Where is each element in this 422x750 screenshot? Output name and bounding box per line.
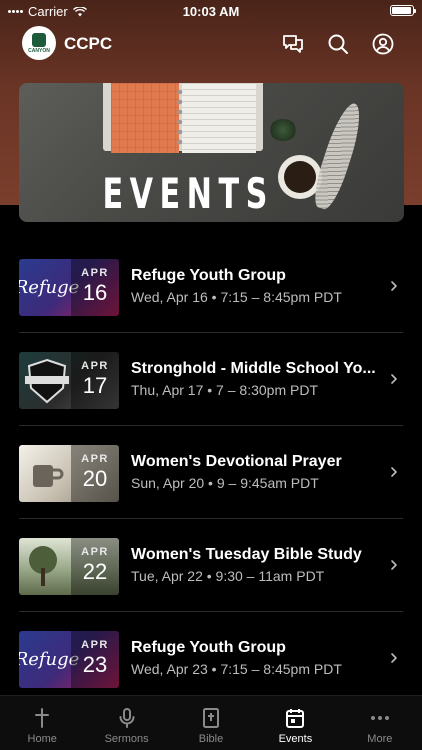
shield-icon [25,358,69,404]
event-title: Refuge Youth Group [131,639,286,656]
event-month: APR [81,453,109,465]
events-list: Refuge APR 16 Refuge Youth Group Wed, Ap… [0,240,422,705]
event-thumbnail: APR 17 [19,352,119,409]
event-row[interactable]: APR 22 Women's Tuesday Bible Study Tue, … [0,519,422,612]
event-title: Refuge Youth Group [131,267,286,284]
tab-label: Home [27,733,57,745]
messages-icon[interactable] [281,32,305,56]
event-time: Wed, Apr 23 • 7:15 – 8:45pm PDT [131,661,342,677]
event-title: Women's Tuesday Bible Study [131,546,362,563]
calendar-icon [286,709,305,728]
event-row[interactable]: APR 20 Women's Devotional Prayer Sun, Ap… [0,426,422,519]
banner-binder-rings [177,87,183,149]
app-header: CANYON CCPC [0,22,422,66]
event-title: Women's Devotional Prayer [131,453,342,470]
bible-icon [203,708,220,728]
event-month: APR [81,546,109,558]
banner-feather-image [308,99,368,213]
event-date-badge: APR 17 [71,352,119,409]
tab-bible[interactable]: Bible [169,696,253,750]
chevron-right-icon [391,467,397,477]
event-day: 20 [82,466,108,491]
status-bar: Carrier 10:03 AM [0,0,422,22]
event-month: APR [81,360,109,372]
event-time: Sun, Apr 20 • 9 – 9:45am PDT [131,475,319,491]
app-title: CCPC [64,34,113,53]
event-row[interactable]: APR 17 Stronghold - Middle School Yo... … [0,333,422,426]
event-day: 22 [82,559,108,584]
event-thumbnail-art: Refuge [19,649,80,670]
event-month: APR [81,267,109,279]
chevron-right-icon [391,653,397,663]
tab-home[interactable]: Home [0,696,84,750]
event-day: 23 [82,652,108,677]
tab-label: Bible [198,733,224,745]
tab-label: Sermons [104,733,149,745]
microphone-icon [119,708,135,728]
chevron-right-icon [391,560,397,570]
tab-label: More [367,733,393,745]
tab-events[interactable]: Events [253,696,337,750]
logo-mark-icon [32,32,46,47]
cross-icon [35,708,50,728]
event-title: Stronghold - Middle School Yo... [131,360,376,377]
battery-icon [390,5,416,16]
tab-label: Events [278,733,313,745]
event-thumbnail: APR 22 [19,538,119,595]
event-thumbnail: Refuge APR 16 [19,259,119,316]
banner-planner-page [111,83,179,153]
banner-plant-image [269,119,297,141]
event-date-badge: APR 23 [71,631,119,688]
banner-title: EVENTS [102,169,274,218]
church-logo[interactable]: CANYON [22,26,56,60]
tree-icon [29,546,57,586]
event-day: 16 [82,280,108,305]
event-thumbnail: APR 20 [19,445,119,502]
event-row[interactable]: Refuge APR 16 Refuge Youth Group Wed, Ap… [0,240,422,333]
event-day: 17 [82,373,108,398]
event-month: APR [81,639,109,651]
tab-bar: Home Sermons Bible Events More [0,695,422,750]
event-date-badge: APR 20 [71,445,119,502]
banner-notes-page [182,83,256,153]
event-time: Thu, Apr 17 • 7 – 8:30pm PDT [131,382,318,398]
event-date-badge: APR 16 [71,259,119,316]
more-icon [370,716,389,720]
events-banner: EVENTS [19,83,404,222]
search-icon[interactable] [326,32,350,56]
banner-coffee-image [284,161,316,193]
event-time: Wed, Apr 16 • 7:15 – 8:45pm PDT [131,289,342,305]
chevron-right-icon [391,374,397,384]
event-thumbnail: Refuge APR 23 [19,631,119,688]
battery-level [392,7,411,14]
profile-icon[interactable] [371,32,395,56]
chevron-right-icon [391,281,397,291]
event-row[interactable]: Refuge APR 23 Refuge Youth Group Wed, Ap… [0,612,422,705]
event-date-badge: APR 22 [71,538,119,595]
mug-icon [33,465,64,487]
tab-sermons[interactable]: Sermons [84,696,168,750]
logo-text: CANYON [28,47,50,54]
event-time: Tue, Apr 22 • 9:30 – 11am PDT [131,568,325,584]
clock: 10:03 AM [182,4,240,19]
tab-more[interactable]: More [338,696,422,750]
event-thumbnail-art: Refuge [19,277,80,298]
